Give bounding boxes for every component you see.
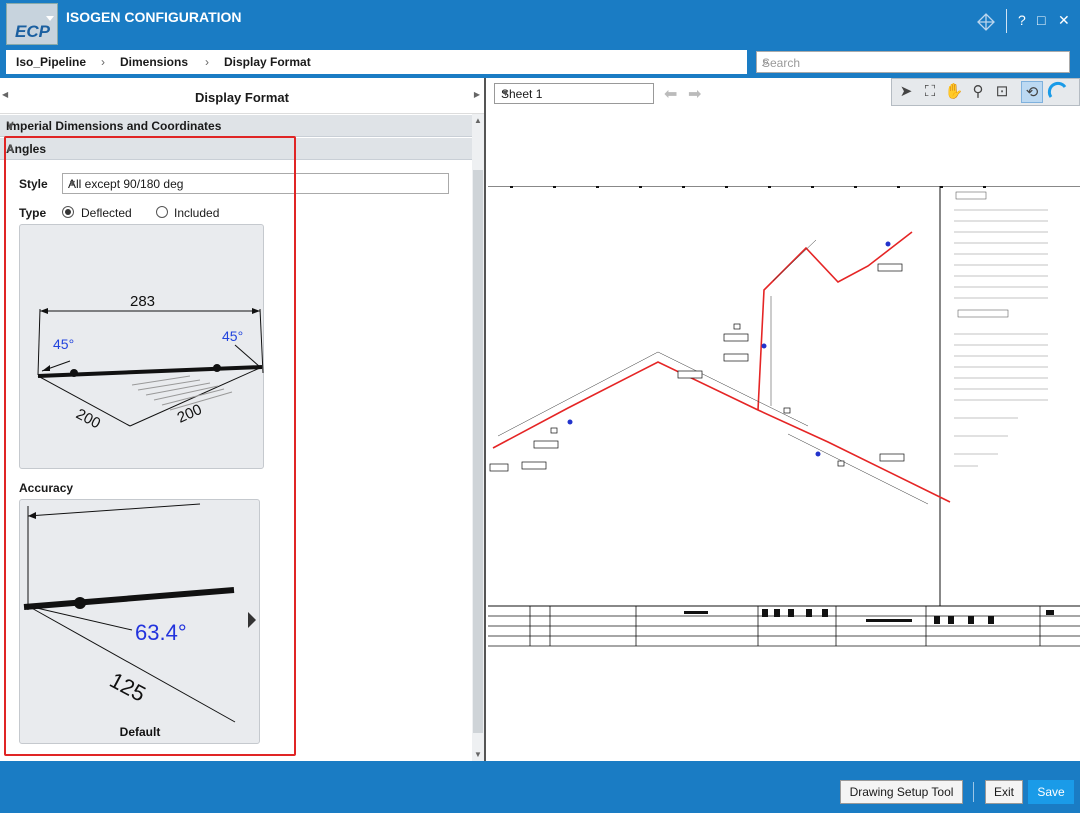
highlight-box	[4, 136, 296, 756]
app-title: ISOGEN CONFIGURATION	[66, 9, 242, 25]
chevron-down-icon: ∨	[6, 118, 15, 132]
next-arrow-icon[interactable]: ➡	[688, 84, 701, 104]
breadcrumb-separator-icon: ›	[205, 55, 209, 69]
sheet-select[interactable]: Sheet 1 ▼	[494, 83, 654, 104]
save-button[interactable]: Save	[1028, 780, 1074, 804]
breadcrumb-item-display-format[interactable]: Display Format	[224, 55, 311, 69]
breadcrumb-separator-icon: ›	[101, 55, 105, 69]
loading-spinner-icon	[1047, 81, 1067, 98]
prev-arrow-icon[interactable]: ⬅	[664, 84, 677, 104]
logo-menu-caret-icon	[46, 16, 54, 21]
scroll-down-icon[interactable]: ▼	[474, 750, 482, 759]
exit-button[interactable]: Exit	[985, 780, 1023, 804]
select-pointer-icon[interactable]: ➤	[895, 81, 917, 103]
section-imperial-dimensions[interactable]: Imperial Dimensions and Coordinates ∨	[0, 115, 472, 137]
collapse-right-icon[interactable]: ▶	[474, 90, 480, 99]
maximize-button[interactable]: □	[1037, 12, 1045, 28]
breadcrumb: Iso_Pipeline › Dimensions › Display Form…	[6, 50, 747, 74]
zoom-icon[interactable]: ⚲	[967, 81, 989, 103]
viewer-toolbar: ➤ ⛶ ✋ ⚲ ⊡ ⟲	[891, 78, 1080, 106]
app-logo[interactable]: ECP	[6, 3, 58, 45]
panel-scrollbar[interactable]: ▲ ▼	[472, 114, 484, 761]
breadcrumb-item-dimensions[interactable]: Dimensions	[120, 55, 188, 69]
dropdown-caret-icon: ▼	[501, 88, 510, 98]
scroll-up-icon[interactable]: ▲	[474, 116, 482, 125]
title-bar: ECP ISOGEN CONFIGURATION ? □ ✕	[0, 0, 1080, 46]
pan-hand-icon[interactable]: ✋	[943, 81, 965, 103]
footer-separator	[973, 782, 974, 802]
search-input[interactable]: Search ⌕	[756, 51, 1070, 73]
drawing-setup-tool-button[interactable]: Drawing Setup Tool	[840, 780, 963, 804]
logo-text: ECP	[15, 22, 50, 41]
close-button[interactable]: ✕	[1058, 12, 1070, 29]
isometric-drawing	[488, 186, 1080, 647]
scrollbar-thumb[interactable]	[473, 170, 483, 733]
panel-title: Display Format	[195, 90, 289, 105]
nav-bar: Iso_Pipeline › Dimensions › Display Form…	[0, 46, 1080, 78]
rotate-icon[interactable]: ⟲	[1021, 81, 1043, 103]
app-emblem-icon	[977, 13, 995, 31]
help-button[interactable]: ?	[1018, 12, 1026, 28]
breadcrumb-item-pipeline[interactable]: Iso_Pipeline	[16, 55, 86, 69]
fit-frame-icon[interactable]: ⛶	[919, 81, 941, 103]
zoom-window-icon[interactable]: ⊡	[991, 81, 1013, 103]
title-separator	[1006, 9, 1007, 33]
panel-header: ◀ Display Format ▶	[0, 78, 484, 114]
search-icon[interactable]: ⌕	[762, 54, 1063, 70]
